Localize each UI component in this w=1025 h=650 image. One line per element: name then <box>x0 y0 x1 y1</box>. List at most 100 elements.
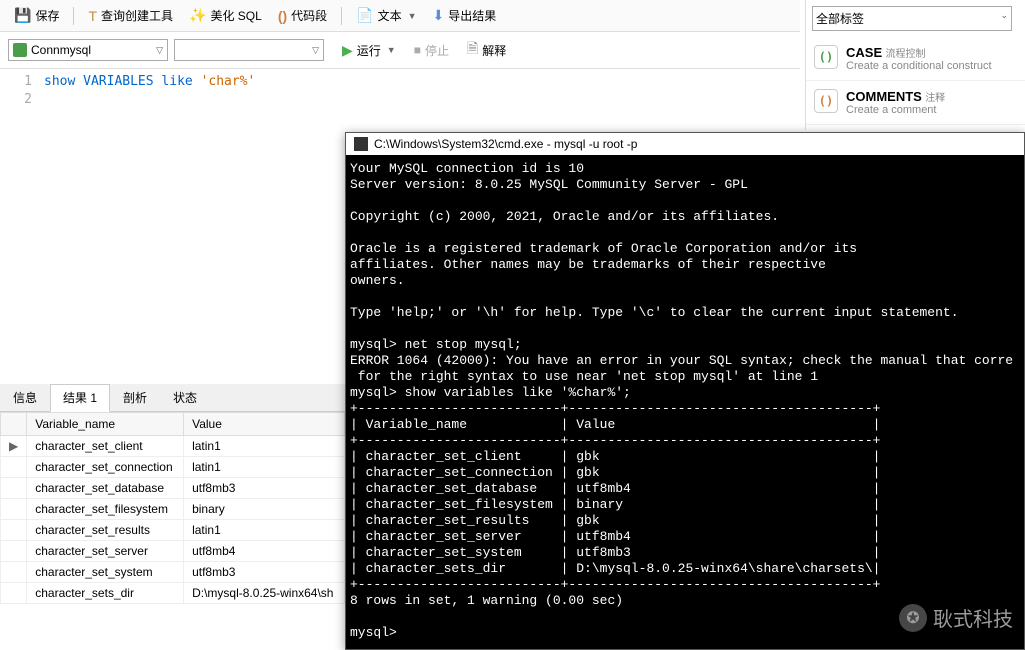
table-row[interactable]: character_set_database utf8mb3 <box>1 478 345 499</box>
tab-result[interactable]: 结果 1 <box>50 384 110 412</box>
table-row[interactable]: character_set_filesystem binary <box>1 499 345 520</box>
snippet-title: COMMENTS <box>846 89 922 104</box>
keyword: VARIABLES <box>83 74 153 89</box>
cell-variable-name: character_set_database <box>27 478 184 499</box>
table-row[interactable]: character_set_connection latin1 <box>1 457 345 478</box>
cell-value: D:\mysql-8.0.25-winx64\sh <box>184 583 345 604</box>
table-row[interactable]: ▶ character_set_client latin1 <box>1 436 345 457</box>
row-pointer <box>1 520 27 541</box>
snippet-item[interactable]: () COMMENTS 注释 Create a comment <box>806 81 1025 125</box>
tab-profile[interactable]: 剖析 <box>110 384 160 411</box>
code-segment-label: 代码段 <box>291 7 327 24</box>
save-icon: 💾 <box>14 7 31 24</box>
keyword: show <box>44 74 75 89</box>
snippet-description: Create a comment <box>846 104 945 116</box>
save-label: 保存 <box>35 7 59 24</box>
snippet-description: Create a conditional construct <box>846 60 992 72</box>
cell-value: binary <box>184 499 345 520</box>
watermark-text: 耿式科技 <box>933 603 1013 632</box>
wechat-icon: ✪ <box>899 604 927 632</box>
tool-icon: T <box>88 8 97 24</box>
column-header[interactable]: Variable_name <box>27 413 184 436</box>
database-select[interactable]: ▽ <box>174 39 324 61</box>
play-icon: ▶ <box>342 42 353 59</box>
table-row[interactable]: character_set_system utf8mb3 <box>1 562 345 583</box>
results-panel: 信息 结果 1 剖析 状态 Variable_name Value ▶ char… <box>0 384 345 604</box>
beautify-label: 美化 SQL <box>210 7 261 24</box>
cmd-window[interactable]: C:\Windows\System32\cmd.exe - mysql -u r… <box>345 132 1025 650</box>
text-label: 文本 <box>378 7 402 24</box>
snippets-sidebar: 全部标签 ⌄ () CASE 流程控制 Create a conditional… <box>805 0 1025 130</box>
code-segment-button[interactable]: () 代码段 <box>272 4 333 27</box>
save-button[interactable]: 💾 保存 <box>8 4 65 27</box>
separator <box>341 7 342 25</box>
row-pointer <box>1 478 27 499</box>
snippet-subtitle: 流程控制 <box>885 49 925 60</box>
doc-icon: 📄 <box>356 7 373 24</box>
cell-value: utf8mb4 <box>184 541 345 562</box>
connection-row: Connmysql ▽ ▽ ▶ 运行 ▼ ■ 停止 🗎 解释 <box>0 32 800 69</box>
query-builder-label: 查询创建工具 <box>101 7 173 24</box>
result-table: Variable_name Value ▶ character_set_clie… <box>0 412 345 604</box>
magic-icon: ✨ <box>189 7 206 24</box>
query-builder-button[interactable]: T 查询创建工具 <box>82 4 179 27</box>
table-row[interactable]: character_set_results latin1 <box>1 520 345 541</box>
cmd-icon <box>354 137 368 151</box>
row-pointer <box>1 583 27 604</box>
export-button[interactable]: ⬇ 导出结果 <box>427 4 503 27</box>
tab-info[interactable]: 信息 <box>0 384 50 411</box>
line-gutter: 1 2 <box>0 69 40 389</box>
cell-value: utf8mb3 <box>184 562 345 583</box>
table-row[interactable]: character_set_server utf8mb4 <box>1 541 345 562</box>
separator <box>73 7 74 25</box>
cell-variable-name: character_set_system <box>27 562 184 583</box>
main-toolbar: 💾 保存 T 查询创建工具 ✨ 美化 SQL () 代码段 📄 文本 ▼ ⬇ 导… <box>0 0 800 32</box>
stop-icon: ■ <box>414 43 421 57</box>
run-button[interactable]: ▶ 运行 ▼ <box>336 40 402 61</box>
cmd-titlebar[interactable]: C:\Windows\System32\cmd.exe - mysql -u r… <box>346 133 1024 155</box>
cell-value: utf8mb3 <box>184 478 345 499</box>
cell-variable-name: character_set_server <box>27 541 184 562</box>
result-tabs: 信息 结果 1 剖析 状态 <box>0 384 345 412</box>
cell-variable-name: character_sets_dir <box>27 583 184 604</box>
snippet-icon: () <box>814 45 838 69</box>
row-pointer <box>1 562 27 583</box>
row-pointer <box>1 457 27 478</box>
cmd-output[interactable]: Your MySQL connection id is 10 Server ve… <box>346 155 1024 647</box>
dropdown-icon: ▽ <box>312 45 319 56</box>
dropdown-icon: ▼ <box>408 11 417 21</box>
snippet-subtitle: 注释 <box>925 93 945 104</box>
snippet-item[interactable]: () CASE 流程控制 Create a conditional constr… <box>806 37 1025 81</box>
cell-value: latin1 <box>184 520 345 541</box>
tab-status[interactable]: 状态 <box>160 384 210 411</box>
run-label: 运行 <box>357 42 381 59</box>
cell-variable-name: character_set_results <box>27 520 184 541</box>
connection-name: Connmysql <box>31 43 91 57</box>
row-pointer-header <box>1 413 27 436</box>
snippet-title: CASE <box>846 45 882 60</box>
connection-select[interactable]: Connmysql ▽ <box>8 39 168 61</box>
cell-value: latin1 <box>184 436 345 457</box>
stop-button[interactable]: ■ 停止 <box>408 40 455 61</box>
text-button[interactable]: 📄 文本 ▼ <box>350 4 422 27</box>
column-header[interactable]: Value <box>184 413 345 436</box>
dropdown-icon: ⌄ <box>1000 10 1008 27</box>
keyword: like <box>161 74 192 89</box>
dropdown-icon: ▽ <box>156 45 163 56</box>
explain-label: 解释 <box>482 42 506 59</box>
beautify-button[interactable]: ✨ 美化 SQL <box>183 4 268 27</box>
cell-variable-name: character_set_filesystem <box>27 499 184 520</box>
row-pointer <box>1 499 27 520</box>
cell-value: latin1 <box>184 457 345 478</box>
tag-filter-select[interactable]: 全部标签 ⌄ <box>812 6 1012 31</box>
explain-button[interactable]: 🗎 解释 <box>461 36 512 64</box>
mysql-icon <box>13 43 27 57</box>
explain-icon: 🗎 <box>467 38 478 62</box>
tag-filter-label: 全部标签 <box>816 10 864 27</box>
cell-variable-name: character_set_client <box>27 436 184 457</box>
table-row[interactable]: character_sets_dir D:\mysql-8.0.25-winx6… <box>1 583 345 604</box>
stop-label: 停止 <box>425 42 449 59</box>
row-pointer: ▶ <box>1 436 27 457</box>
cell-variable-name: character_set_connection <box>27 457 184 478</box>
snippet-icon: () <box>814 89 838 113</box>
